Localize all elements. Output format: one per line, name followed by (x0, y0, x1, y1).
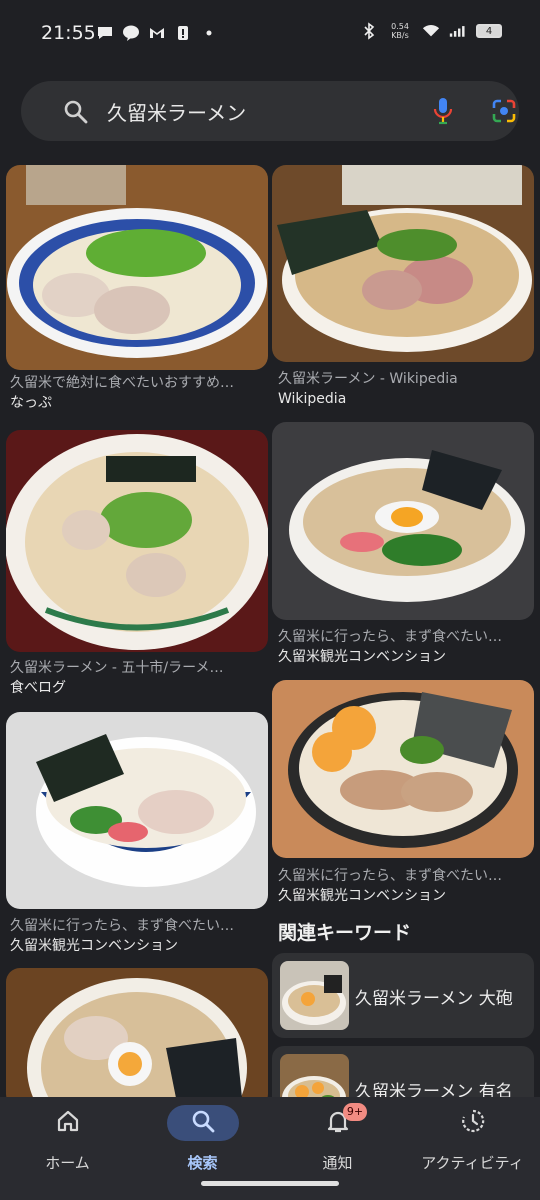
result-source: 久留米観光コンベンション (278, 888, 446, 904)
related-keywords-title: 関連キーワード (278, 922, 412, 944)
result-source: 食べログ (10, 680, 66, 696)
nav-label: 検索 (187, 1154, 218, 1172)
result-source: なっぷ (10, 395, 52, 411)
ramen-bowl-image (272, 422, 534, 620)
result-source: 久留米観光コンベンション (278, 649, 446, 665)
activity-icon (460, 1108, 486, 1138)
result-title[interactable]: 久留米に行ったら、まず食べたい… (278, 866, 534, 886)
line-icon (122, 24, 140, 42)
result-title[interactable]: 久留米に行ったら、まず食べたい… (278, 627, 534, 647)
search-icon (190, 1108, 216, 1138)
battery-level: 4 (485, 25, 493, 37)
nav-icon-container (166, 1105, 239, 1141)
chat-icon (96, 24, 114, 42)
nav-label: 通知 (322, 1154, 353, 1172)
result-image-6[interactable] (6, 712, 268, 909)
search-icon (63, 99, 89, 129)
result-title[interactable]: 久留米ラーメン - Wikipedia (278, 369, 534, 389)
home-indicator[interactable] (201, 1181, 339, 1186)
result-caption-6[interactable]: 久留米に行ったら、まず食べたい… 久留米観光コンベンション (10, 916, 266, 956)
notification-badge: 9+ (343, 1103, 367, 1121)
wifi-icon (422, 22, 440, 40)
status-time: 21:55 (41, 22, 96, 44)
result-caption-1[interactable]: 久留米で絶対に食べたいおすすめ… なっぷ (10, 373, 266, 413)
lens-icon[interactable] (490, 97, 518, 129)
result-caption-4[interactable]: 久留米に行ったら、まず食べたい… 久留米観光コンベンション (278, 627, 534, 667)
search-bar[interactable]: 久留米ラーメン (21, 81, 519, 141)
related-thumbnail (280, 961, 349, 1030)
nav-label: ホーム (45, 1154, 90, 1172)
result-caption-5[interactable]: 久留米に行ったら、まず食べたい… 久留米観光コンベンション (278, 866, 534, 906)
result-source: Wikipedia (278, 391, 347, 407)
related-keyword-label[interactable]: 久留米ラーメン 大砲 (355, 984, 513, 1009)
notification-icons (96, 24, 218, 42)
related-keyword-item[interactable]: 久留米ラーメン 大砲 (272, 953, 534, 1038)
nav-item-activity[interactable]: アクティビティ (405, 1097, 540, 1200)
nav-icon-container (437, 1105, 509, 1141)
net-speed-unit: KB/s (391, 31, 409, 40)
ramen-bowl-image (6, 165, 268, 370)
alert-icon (174, 24, 192, 42)
result-caption-3[interactable]: 久留米ラーメン - 五十市/ラーメ… 食べログ (10, 658, 266, 698)
result-image-3[interactable] (6, 430, 268, 652)
ramen-bowl-image (272, 680, 534, 858)
result-caption-2[interactable]: 久留米ラーメン - Wikipedia Wikipedia (278, 369, 534, 409)
result-title[interactable]: 久留米ラーメン - 五十市/ラーメ… (10, 658, 266, 678)
result-image-2[interactable] (272, 165, 534, 362)
nav-label: アクティビティ (421, 1154, 524, 1172)
result-title[interactable]: 久留米で絶対に食べたいおすすめ… (10, 373, 266, 393)
result-source: 久留米観光コンベンション (10, 938, 178, 954)
ramen-bowl-image (6, 430, 268, 652)
dot-icon (200, 24, 218, 42)
signal-icon (449, 22, 467, 40)
status-bar: 21:55 0.54 KB/s 4 (0, 0, 540, 70)
ramen-bowl-image (272, 165, 534, 362)
result-image-1[interactable] (6, 165, 268, 370)
home-icon (55, 1108, 81, 1138)
result-image-7[interactable] (6, 968, 268, 1108)
ramen-bowl-image (6, 712, 268, 909)
gmail-icon (148, 24, 166, 42)
net-speed-value: 0.54 (391, 22, 409, 31)
nav-item-home[interactable]: ホーム (0, 1097, 135, 1200)
bluetooth-icon (360, 22, 378, 40)
mic-icon[interactable] (430, 95, 456, 131)
result-image-4[interactable] (272, 422, 534, 620)
net-speed: 0.54 KB/s (387, 22, 413, 40)
ramen-bowl-image (6, 968, 268, 1108)
battery-icon: 4 (476, 24, 502, 38)
result-image-5[interactable] (272, 680, 534, 858)
nav-icon-container (32, 1105, 104, 1141)
system-icons: 0.54 KB/s 4 (360, 22, 502, 40)
result-title[interactable]: 久留米に行ったら、まず食べたい… (10, 916, 266, 936)
search-query[interactable]: 久留米ラーメン (107, 97, 246, 126)
